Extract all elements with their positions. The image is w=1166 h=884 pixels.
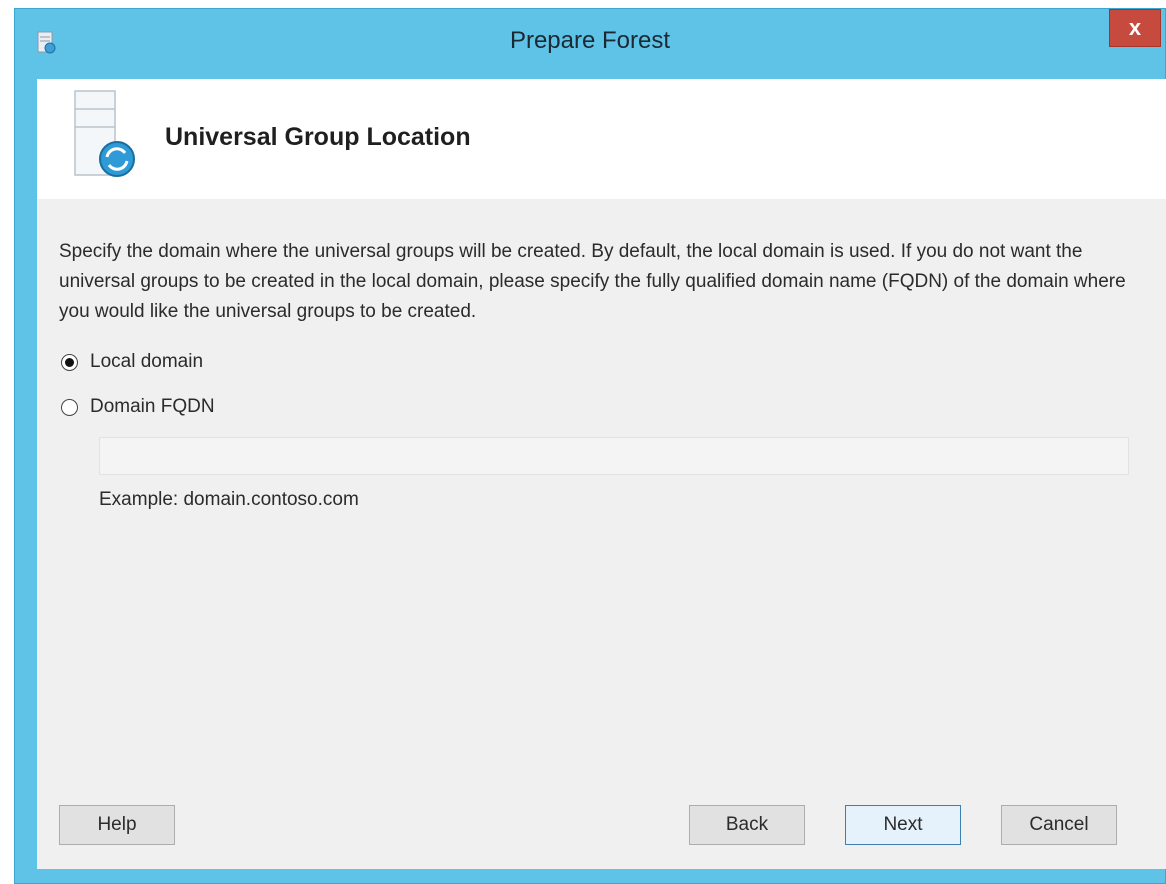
page-title: Universal Group Location xyxy=(165,123,471,151)
domain-fqdn-radio[interactable] xyxy=(61,398,78,416)
cancel-button[interactable]: Cancel xyxy=(1001,805,1117,845)
background-edge xyxy=(0,0,14,884)
title-bar: Prepare Forest x xyxy=(15,9,1165,79)
domain-fqdn-input[interactable] xyxy=(99,437,1129,475)
local-domain-label: Local domain xyxy=(90,351,204,372)
back-button[interactable]: Back xyxy=(689,805,805,845)
wizard-header: Universal Group Location xyxy=(37,79,1166,199)
window-title: Prepare Forest xyxy=(509,27,671,54)
domain-fqdn-option[interactable]: Domain FQDN xyxy=(61,396,215,418)
example-hint: Example: domain.contoso.com xyxy=(99,489,359,510)
help-button[interactable]: Help xyxy=(59,805,175,845)
prepare-forest-dialog: Prepare Forest x Universal Group Locatio… xyxy=(14,8,1166,884)
server-sync-icon xyxy=(74,90,135,177)
close-button[interactable]: x xyxy=(1109,9,1161,47)
next-button[interactable]: Next xyxy=(845,805,961,845)
wizard-content: Specify the domain where the universal g… xyxy=(37,199,1166,869)
radio-selected-dot xyxy=(65,357,74,367)
local-domain-option[interactable]: Local domain xyxy=(61,351,203,373)
domain-fqdn-label: Domain FQDN xyxy=(90,396,215,417)
description-text: Specify the domain where the universal g… xyxy=(59,241,1126,322)
local-domain-radio[interactable] xyxy=(61,353,78,371)
